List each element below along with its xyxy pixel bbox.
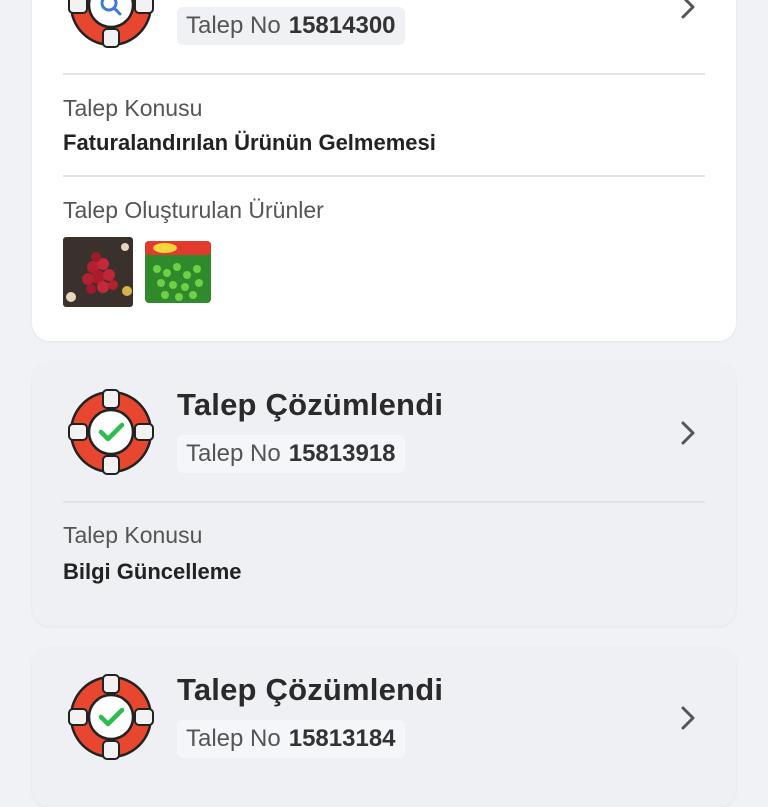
status-title: Talep Çözümlendi bbox=[177, 672, 444, 707]
subject-label: Talep Konusu bbox=[63, 95, 203, 121]
lifebuoy-check-icon bbox=[68, 389, 154, 475]
ticket-number: 15814300 bbox=[288, 12, 396, 39]
subject-value: Faturalandırılan Ürünün Gelmemesi bbox=[63, 130, 436, 155]
ticket-number: 15813918 bbox=[288, 440, 396, 467]
ticket-number: 15813184 bbox=[288, 725, 396, 752]
subject-label: Talep Konusu bbox=[63, 522, 203, 548]
chevron-right-icon[interactable] bbox=[676, 703, 700, 733]
lifebuoy-check-icon bbox=[68, 674, 154, 760]
ticket-number-chip: Talep No 15813184 bbox=[177, 720, 405, 758]
products-label: Talep Oluşturulan Ürünler bbox=[63, 197, 324, 223]
green-peas-package-image[interactable] bbox=[143, 237, 213, 307]
divider bbox=[63, 73, 705, 75]
chevron-right-icon[interactable] bbox=[676, 418, 700, 448]
divider bbox=[63, 175, 705, 177]
status-title: Talep Çözümlendi bbox=[177, 387, 444, 422]
ticket-number-chip: Talep No 15813918 bbox=[177, 435, 405, 473]
ticket-label: Talep No bbox=[186, 725, 281, 752]
ticket-label: Talep No bbox=[186, 440, 281, 467]
divider bbox=[63, 501, 705, 503]
product-thumbnails bbox=[63, 237, 213, 307]
subject-value: Bilgi Güncelleme bbox=[63, 559, 242, 584]
request-card[interactable]: Talep Çözümlendi Talep No 15813918 Talep… bbox=[32, 362, 736, 626]
lifebuoy-search-icon bbox=[68, 0, 154, 48]
red-berries-product-image[interactable] bbox=[63, 237, 133, 307]
ticket-label: Talep No bbox=[186, 12, 281, 39]
request-card[interactable]: Talep No 15814300 Talep Konusu Faturalan… bbox=[32, 0, 736, 341]
request-card[interactable]: Talep Çözümlendi Talep No 15813184 bbox=[32, 647, 736, 807]
chevron-right-icon[interactable] bbox=[676, 0, 700, 22]
ticket-number-chip: Talep No 15814300 bbox=[177, 7, 405, 45]
